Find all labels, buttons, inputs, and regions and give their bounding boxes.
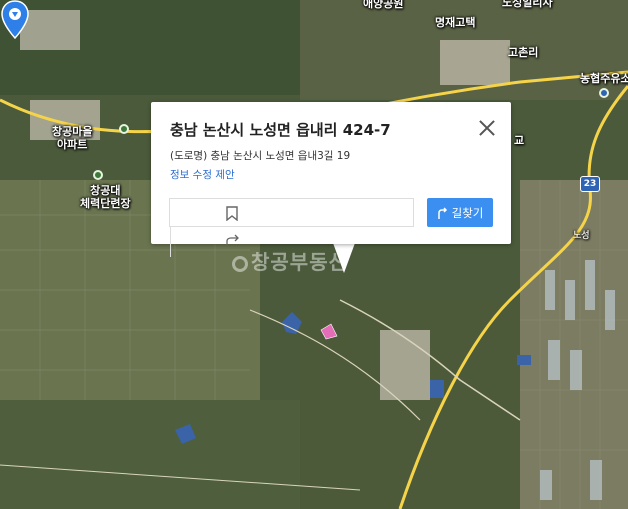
route-shield-icon: 23: [580, 176, 600, 192]
action-bar: [169, 198, 414, 257]
map-label[interactable]: 노성일리사: [502, 0, 553, 9]
bookmark-icon[interactable]: [226, 206, 238, 221]
route-button[interactable]: 길찾기: [427, 198, 493, 227]
map-label[interactable]: 창공대 체력단련장: [80, 184, 131, 210]
map-label[interactable]: 농협주유소: [580, 72, 628, 85]
poi-icon[interactable]: [599, 88, 609, 98]
share-icon[interactable]: [226, 234, 240, 246]
map-label[interactable]: 교: [514, 134, 524, 147]
route-button-label: 길찾기: [451, 205, 484, 220]
edit-suggestion-link[interactable]: 정보 수정 제안: [170, 167, 235, 182]
map-label[interactable]: 창공마을 아파트: [52, 125, 92, 151]
satellite-map[interactable]: 애양공원 명재고택 노성일리사 고촌리 농협주유소 창공마을 아파트 창공대 체…: [0, 0, 628, 509]
map-label[interactable]: 노성: [573, 230, 590, 243]
watermark: 창공부동산: [232, 246, 348, 275]
poi-icon[interactable]: [93, 170, 103, 180]
close-icon[interactable]: [477, 118, 497, 138]
popup-title: 충남 논산시 노성면 읍내리 424-7: [170, 121, 391, 139]
popup-pointer: [333, 243, 355, 273]
poi-icon[interactable]: [119, 124, 129, 134]
route-icon: [437, 206, 447, 219]
address-popup: 충남 논산시 노성면 읍내리 424-7 (도로명) 충남 논산시 노성면 읍내…: [151, 102, 511, 257]
map-label[interactable]: 애양공원: [363, 0, 403, 10]
location-pin-icon[interactable]: [0, 0, 30, 40]
action-divider: [170, 227, 171, 257]
map-label[interactable]: 고촌리: [508, 46, 538, 59]
road-address: (도로명) 충남 논산시 노성면 읍내3길 19: [170, 150, 351, 162]
watermark-logo-icon: [232, 256, 248, 272]
map-label[interactable]: 명재고택: [435, 16, 475, 29]
